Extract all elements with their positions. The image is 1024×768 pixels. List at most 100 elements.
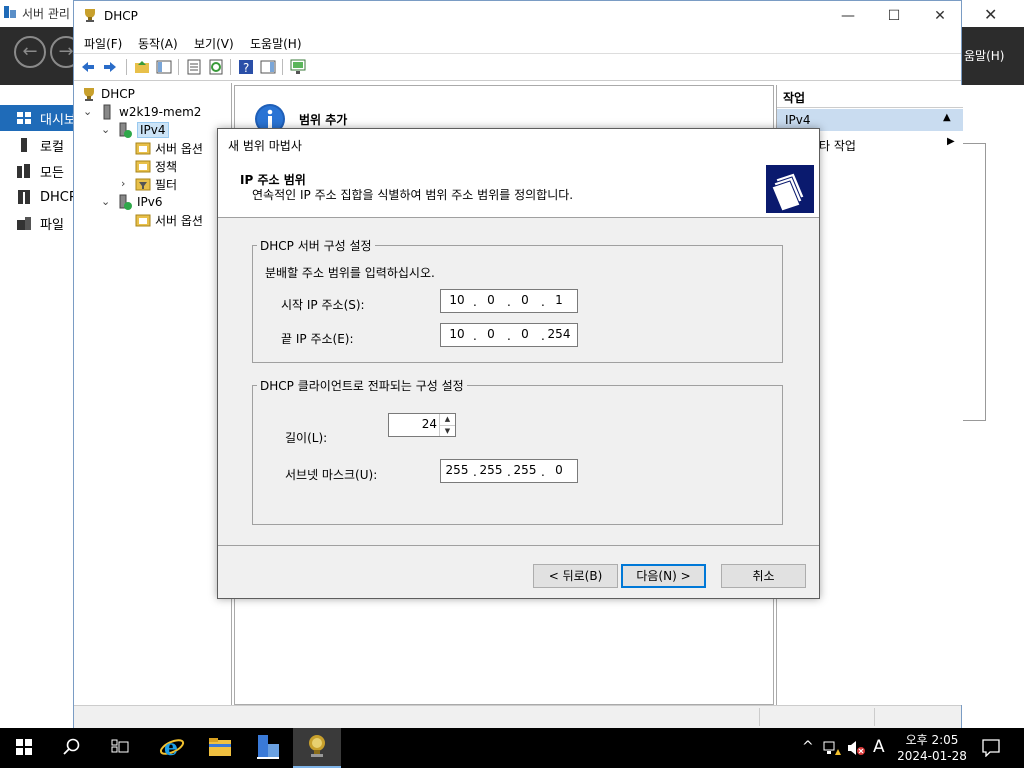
tree-node-server[interactable]: w2k19-mem2 bbox=[99, 103, 201, 121]
wizard-title: 새 범위 마법사 bbox=[228, 139, 302, 153]
maximize-icon[interactable]: ☐ bbox=[871, 1, 917, 31]
start-button[interactable] bbox=[0, 728, 48, 768]
search-button[interactable] bbox=[48, 728, 96, 768]
wizard-header: IP 주소 범위 연속적인 IP 주소 집합을 식별하여 범위 주소 범위를 정… bbox=[218, 159, 819, 218]
start-ip-input[interactable]: 10 . 0 . 0 . 1 bbox=[440, 289, 578, 313]
range-instruction: 분배할 주소 범위를 입력하십시오. bbox=[265, 266, 435, 280]
sidebar-item-label: 대시보 bbox=[40, 112, 75, 128]
refresh-icon[interactable] bbox=[208, 59, 224, 75]
sidebar-item-dhcp[interactable]: DHCP bbox=[0, 184, 75, 210]
chevron-right-icon[interactable]: › bbox=[121, 177, 125, 190]
dhcp-console-titlebar: DHCP — ☐ ✕ bbox=[74, 1, 961, 31]
clock-date[interactable]: 2024-01-28 bbox=[894, 749, 970, 763]
dhcp-console-menubar: 파일(F) 동작(A) 보기(V) 도움말(H) bbox=[74, 31, 961, 53]
dhcp-client-settings-legend: DHCP 클라이언트로 전파되는 구성 설정 bbox=[257, 377, 467, 394]
filters-icon bbox=[135, 176, 151, 192]
dhcp-trophy-icon bbox=[305, 734, 329, 761]
taskbar: e ^ A 오후 2:05 2024-01-28 bbox=[0, 728, 1024, 768]
display-statistics-icon[interactable] bbox=[290, 59, 306, 75]
dhcp-client-settings-group bbox=[252, 385, 783, 525]
next-button[interactable]: 다음(N) > bbox=[621, 564, 706, 588]
task-view-icon bbox=[111, 739, 129, 758]
back-button[interactable]: < 뒤로(B) bbox=[533, 564, 618, 588]
internet-explorer-icon: e bbox=[159, 734, 185, 763]
tree-node-dhcp[interactable]: DHCP bbox=[81, 85, 135, 103]
forward-icon[interactable] bbox=[102, 59, 118, 75]
local-server-icon bbox=[16, 137, 32, 153]
up-folder-icon[interactable] bbox=[134, 59, 150, 75]
server-manager-help-menu[interactable]: 움말(H) bbox=[964, 47, 1004, 64]
show-hide-tree-icon[interactable] bbox=[156, 59, 172, 75]
back-arrow-icon[interactable]: ← bbox=[14, 36, 46, 68]
length-value: 24 bbox=[421, 417, 437, 431]
chevron-down-icon[interactable]: ⌄ bbox=[101, 123, 110, 136]
server-manager-sidebar: 대시보 로컬 모든 DHCP 파일 bbox=[0, 85, 75, 727]
taskbar-internet-explorer[interactable]: e bbox=[148, 728, 196, 768]
actions-header: 작업 bbox=[777, 85, 963, 108]
spin-up-icon[interactable]: ▲ bbox=[440, 414, 455, 425]
menu-action[interactable]: 동작(A) bbox=[138, 35, 178, 52]
server-options-icon bbox=[135, 140, 151, 156]
sidebar-item-label: 모든 bbox=[40, 165, 64, 181]
close-icon[interactable]: ✕ bbox=[917, 1, 963, 31]
menu-file[interactable]: 파일(F) bbox=[84, 35, 122, 52]
tree-node-ipv6-server-options[interactable]: 서버 옵션 bbox=[135, 211, 203, 229]
chevron-down-icon[interactable]: ⌄ bbox=[101, 195, 110, 208]
sidebar-item-file-services[interactable]: 파일 bbox=[0, 210, 75, 236]
end-ip-label: 끝 IP 주소(E): bbox=[281, 332, 354, 346]
submenu-arrow-icon: ▶ bbox=[947, 136, 955, 147]
start-ip-label: 시작 IP 주소(S): bbox=[281, 298, 365, 312]
server-manager-close-icon[interactable]: ✕ bbox=[984, 5, 997, 24]
tree-node-ipv6[interactable]: IPv6 bbox=[117, 193, 163, 211]
length-label: 길이(L): bbox=[285, 431, 328, 445]
cancel-button[interactable]: 취소 bbox=[721, 564, 806, 588]
policies-icon bbox=[135, 158, 151, 174]
tree-node-filters[interactable]: 필터 bbox=[135, 175, 177, 193]
console-tree: DHCP ⌄ w2k19-mem2 ⌄ IPv4 서버 옵션 정책 › 필터 ⌄… bbox=[75, 83, 232, 705]
sidebar-item-label: DHCP bbox=[40, 189, 75, 205]
minimize-icon[interactable]: — bbox=[825, 1, 871, 31]
subnet-mask-label: 서브넷 마스크(U): bbox=[285, 468, 378, 482]
end-ip-input[interactable]: 10 . 0 . 0 . 254 bbox=[440, 323, 578, 347]
wizard-footer-divider bbox=[218, 545, 819, 546]
clock-time[interactable]: 오후 2:05 bbox=[897, 731, 967, 748]
menu-help[interactable]: 도움말(H) bbox=[250, 35, 302, 52]
wizard-titlebar: 새 범위 마법사 bbox=[218, 129, 819, 159]
taskbar-server-manager[interactable] bbox=[244, 728, 292, 768]
notifications-icon[interactable] bbox=[982, 739, 1000, 761]
server-manager-icon bbox=[3, 5, 17, 19]
volume-muted-icon[interactable] bbox=[847, 740, 865, 760]
length-spinner[interactable]: 24 ▲ ▼ bbox=[388, 413, 456, 437]
dhcp-server-settings-legend: DHCP 서버 구성 설정 bbox=[257, 237, 375, 254]
dhcp-console-toolbar: ? bbox=[74, 53, 961, 81]
action-pane-icon[interactable] bbox=[260, 59, 276, 75]
network-warning-icon[interactable] bbox=[823, 740, 841, 760]
collapse-arrow-icon[interactable]: ▲ bbox=[943, 112, 951, 123]
all-servers-icon bbox=[16, 163, 32, 179]
sidebar-item-local-server[interactable]: 로컬 bbox=[0, 132, 75, 158]
server-manager-title: 서버 관리 bbox=[22, 7, 70, 21]
help-icon[interactable]: ? bbox=[238, 59, 254, 75]
menu-view[interactable]: 보기(V) bbox=[194, 35, 234, 52]
tree-node-ipv4[interactable]: IPv4 bbox=[117, 121, 169, 139]
chevron-down-icon[interactable]: ⌄ bbox=[83, 105, 92, 118]
add-scope-title: 범위 추가 bbox=[299, 113, 348, 127]
sidebar-item-all-servers[interactable]: 모든 bbox=[0, 158, 75, 184]
server-manager-taskbar-icon bbox=[256, 734, 280, 763]
sidebar-item-dashboard[interactable]: 대시보 bbox=[0, 105, 75, 131]
ipv6-server-icon bbox=[117, 194, 133, 210]
tree-node-ipv4-server-options[interactable]: 서버 옵션 bbox=[135, 139, 203, 157]
show-hidden-icons-chevron-icon[interactable]: ^ bbox=[802, 739, 814, 755]
ipv4-server-icon bbox=[117, 122, 133, 138]
new-scope-wizard-dialog: 새 범위 마법사 IP 주소 범위 연속적인 IP 주소 집합을 식별하여 범위… bbox=[217, 128, 820, 599]
properties-icon[interactable] bbox=[186, 59, 202, 75]
taskbar-file-explorer[interactable] bbox=[196, 728, 244, 768]
ime-indicator[interactable]: A bbox=[873, 737, 885, 757]
back-icon[interactable] bbox=[80, 59, 96, 75]
task-view-button[interactable] bbox=[96, 728, 144, 768]
taskbar-dhcp[interactable] bbox=[293, 728, 341, 768]
tree-node-policies[interactable]: 정책 bbox=[135, 157, 177, 175]
subnet-mask-input[interactable]: 255 . 255 . 255 . 0 bbox=[440, 459, 578, 483]
spin-down-icon[interactable]: ▼ bbox=[440, 425, 455, 437]
server-options-icon bbox=[135, 212, 151, 228]
